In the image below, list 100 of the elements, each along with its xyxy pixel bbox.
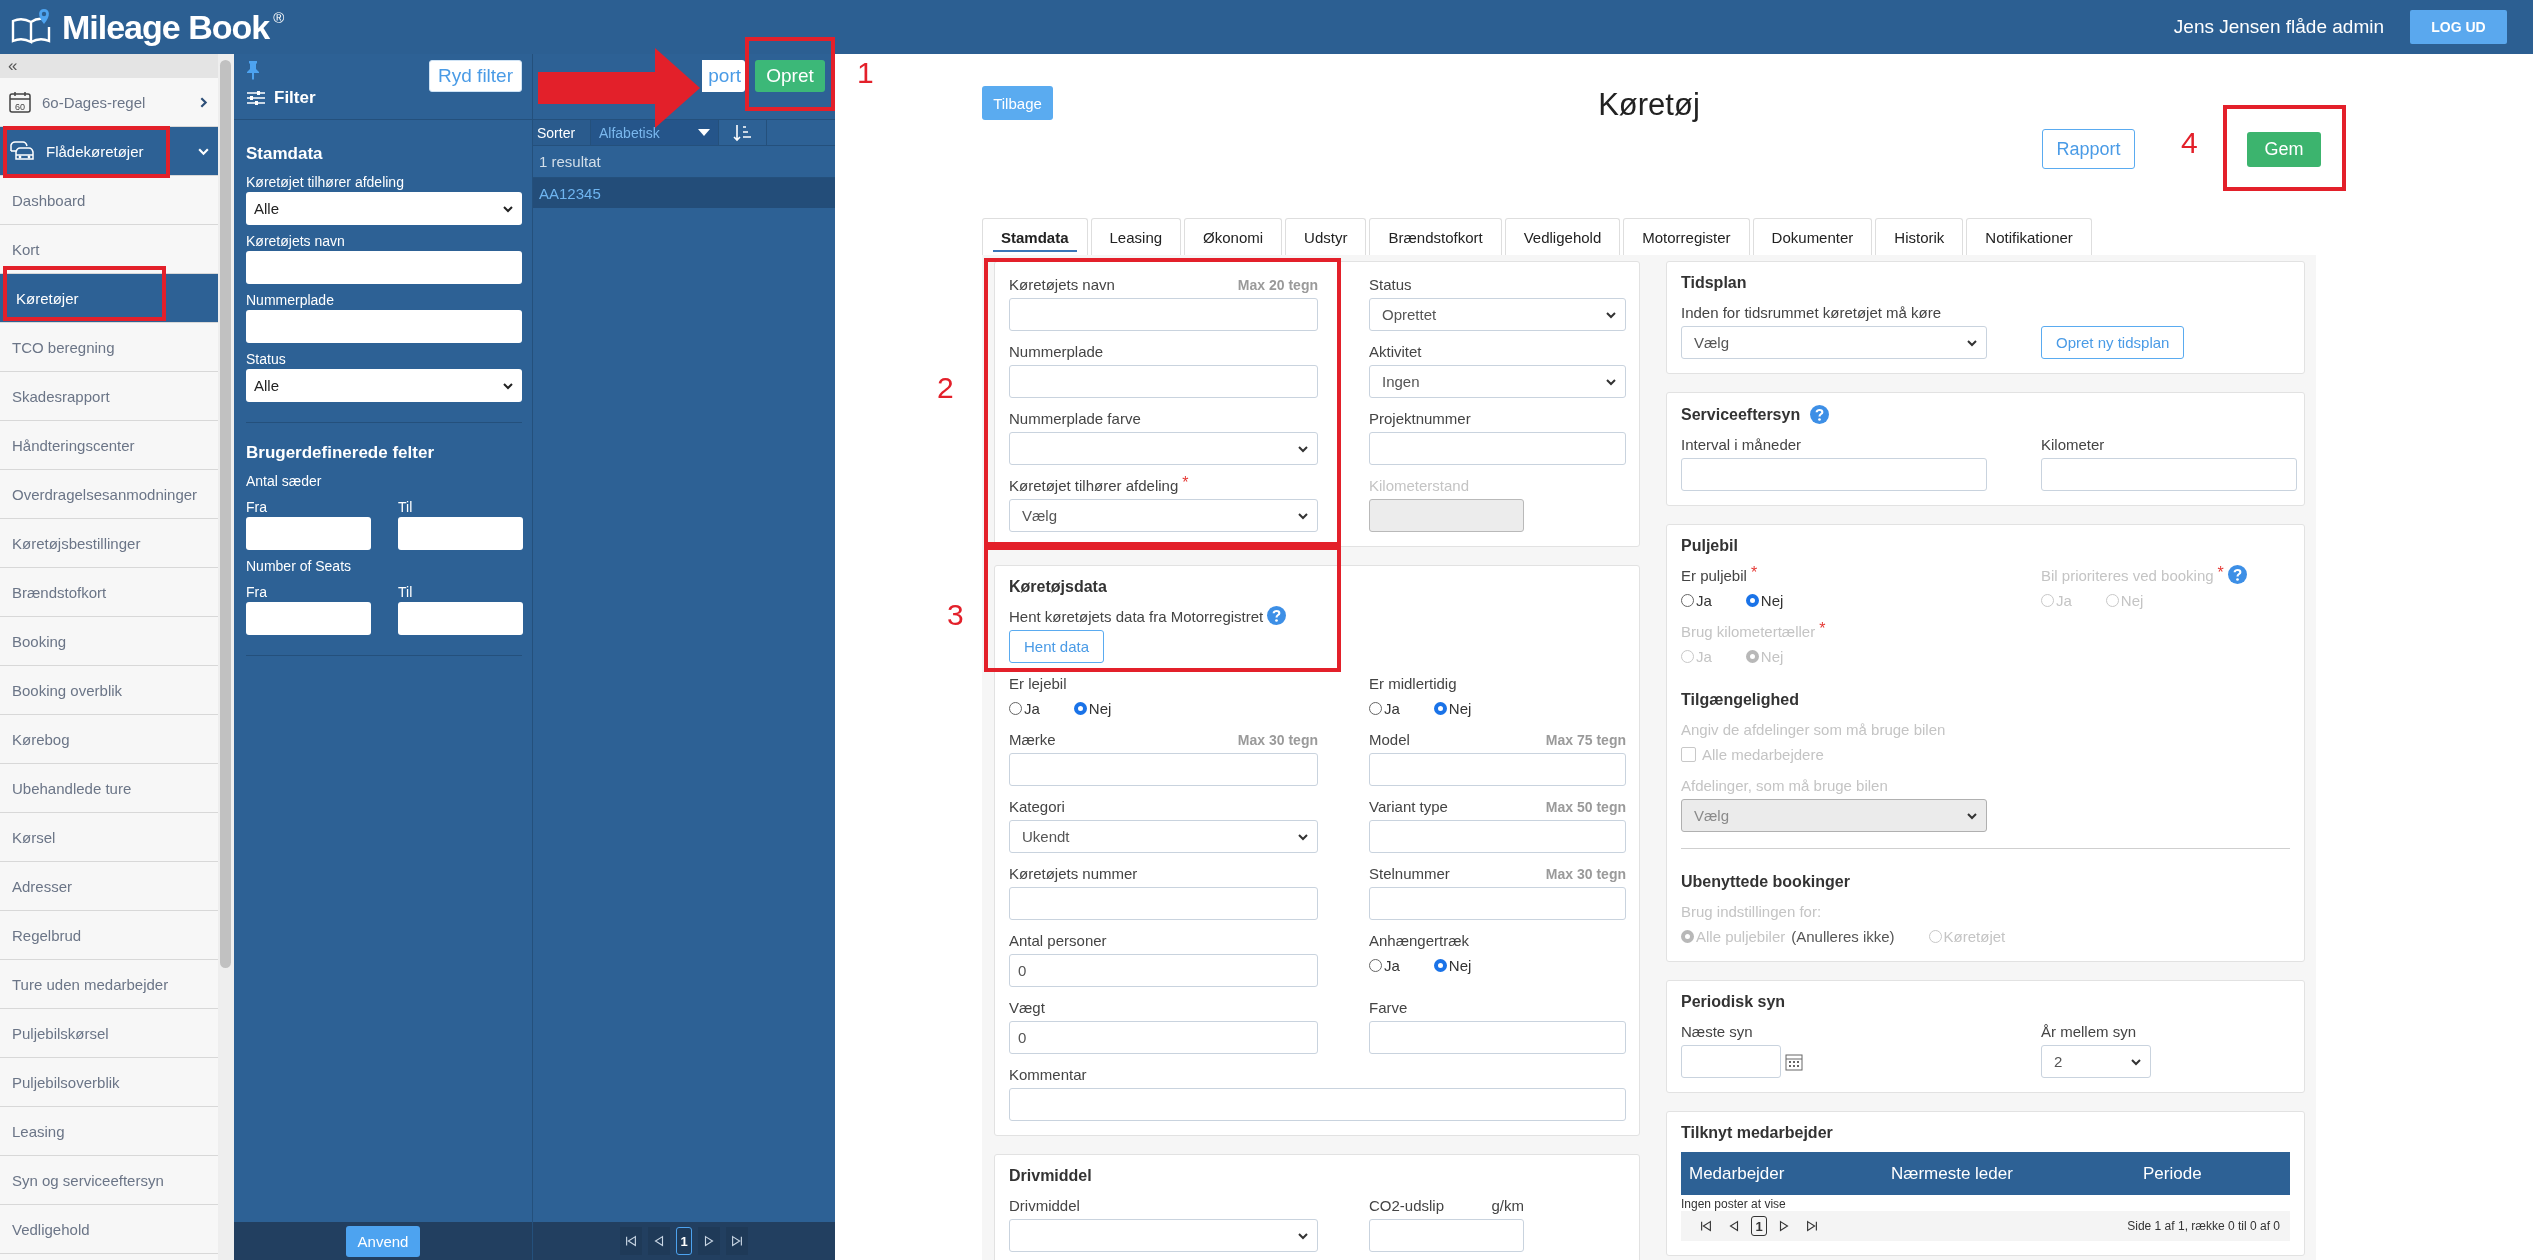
help-icon[interactable] bbox=[1810, 405, 1830, 424]
text-field[interactable]: 0 bbox=[1009, 954, 1318, 987]
text-field[interactable] bbox=[398, 602, 523, 635]
radio-button[interactable] bbox=[1369, 701, 1382, 715]
unit-label: g/km bbox=[1491, 1196, 1524, 1216]
radio-button[interactable] bbox=[1745, 593, 1759, 607]
field-label: Inden for tidsrummet køretøjet må køre bbox=[1681, 303, 1942, 323]
field-label: Køretøjet tilhører afdeling bbox=[246, 174, 405, 190]
tab[interactable]: Historik bbox=[1875, 218, 1964, 255]
text-field[interactable] bbox=[1009, 365, 1318, 398]
text-field[interactable] bbox=[2041, 458, 2297, 491]
step-number: 4 bbox=[2181, 128, 2198, 158]
field-label: Er puljebil bbox=[1681, 566, 1747, 586]
create-button[interactable]: Opret bbox=[755, 60, 825, 92]
text-field[interactable] bbox=[1369, 432, 1626, 465]
tab[interactable]: Brændstofkort bbox=[1369, 218, 1502, 255]
page-number[interactable]: 1 bbox=[676, 1227, 692, 1255]
radio-option[interactable]: Nej bbox=[1745, 591, 1784, 609]
tab[interactable]: Stamdata bbox=[982, 218, 1088, 255]
dropdown[interactable]: Oprettet bbox=[1369, 298, 1626, 331]
logout-button[interactable]: LOG UD bbox=[2410, 10, 2507, 44]
radio-button[interactable] bbox=[1073, 701, 1087, 715]
app-logo: Mileage Book bbox=[62, 10, 270, 44]
field-label: Køretøjets navn bbox=[246, 233, 346, 249]
nav-item[interactable]: Køretøjer bbox=[0, 274, 218, 323]
card-title: Serviceeftersyn bbox=[1681, 405, 1801, 424]
first-page-button[interactable] bbox=[620, 1227, 642, 1255]
radio-button[interactable] bbox=[1369, 958, 1382, 972]
dropdown[interactable]: Alle bbox=[246, 369, 522, 402]
text-field[interactable]: 0 bbox=[1009, 1021, 1318, 1054]
caret-down-icon bbox=[698, 128, 710, 137]
field-label: Farve bbox=[1369, 998, 1408, 1018]
save-button[interactable]: Gem bbox=[2247, 131, 2321, 167]
fetch-data-button[interactable]: Hent data bbox=[1009, 630, 1105, 663]
radio-option[interactable]: Nej bbox=[1433, 699, 1472, 717]
report-button[interactable]: port bbox=[702, 60, 745, 92]
clear-filter-button[interactable]: Ryd filter bbox=[429, 60, 522, 92]
prev-page-button[interactable] bbox=[648, 1227, 670, 1255]
dropdown[interactable]: Ukendt bbox=[1009, 820, 1318, 853]
date-field[interactable] bbox=[1681, 1045, 1781, 1078]
text-field[interactable] bbox=[246, 310, 522, 343]
result-row[interactable]: AA12345 bbox=[533, 178, 835, 208]
apply-button[interactable]: Anvend bbox=[345, 1225, 421, 1257]
create-schedule-button[interactable]: Opret ny tidsplan bbox=[2041, 326, 2185, 359]
text-field[interactable] bbox=[1369, 753, 1626, 786]
card-title: Drivmiddel bbox=[1009, 1167, 1092, 1185]
text-field[interactable] bbox=[1369, 1021, 1626, 1054]
text-field[interactable] bbox=[246, 602, 371, 635]
radio-option[interactable]: Ja bbox=[1369, 699, 1400, 717]
radio-button[interactable] bbox=[1009, 701, 1022, 715]
field-label: Bil prioriteres ved booking bbox=[2041, 566, 2214, 586]
tab[interactable]: Økonomi bbox=[1184, 218, 1283, 255]
text-field[interactable] bbox=[1009, 1088, 1626, 1121]
dropdown[interactable] bbox=[1009, 432, 1318, 465]
dropdown[interactable]: Ingen bbox=[1369, 365, 1626, 398]
tab[interactable]: Leasing bbox=[1090, 218, 1182, 255]
radio-button[interactable] bbox=[1681, 593, 1694, 607]
sort-dropdown[interactable]: Alfabetisk bbox=[591, 120, 719, 145]
text-field[interactable] bbox=[246, 251, 522, 284]
dropdown[interactable] bbox=[1009, 1219, 1318, 1252]
radio-option[interactable]: Ja bbox=[1681, 591, 1712, 609]
dropdown[interactable]: 2 bbox=[2041, 1045, 2151, 1078]
section-heading: Ubenyttede bookinger bbox=[1681, 873, 1851, 891]
last-page-button[interactable] bbox=[726, 1227, 748, 1255]
text-field[interactable] bbox=[398, 517, 523, 550]
radio-button[interactable] bbox=[1433, 701, 1447, 715]
tab[interactable]: Motorregister bbox=[1623, 218, 1750, 255]
dropdown[interactable]: Alle bbox=[246, 192, 522, 225]
calendar-icon[interactable] bbox=[1785, 1052, 1803, 1071]
scrollbar-thumb[interactable] bbox=[220, 60, 231, 968]
text-field[interactable] bbox=[1369, 1219, 1524, 1252]
text-field[interactable] bbox=[1009, 298, 1318, 331]
pin-icon[interactable] bbox=[246, 60, 260, 80]
next-page-button[interactable] bbox=[698, 1227, 720, 1255]
tab[interactable]: Dokumenter bbox=[1752, 218, 1873, 255]
tab[interactable]: Udstyr bbox=[1285, 218, 1367, 255]
dropdown[interactable]: Vælg bbox=[1009, 499, 1318, 532]
text-field[interactable] bbox=[1369, 887, 1626, 920]
back-button[interactable]: Tilbage bbox=[982, 86, 1053, 120]
tab[interactable]: Vedligehold bbox=[1504, 218, 1621, 255]
report-button[interactable]: Rapport bbox=[2042, 129, 2135, 169]
required-mark: * bbox=[1750, 565, 1758, 581]
radio-option[interactable]: Nej bbox=[1433, 956, 1472, 974]
text-field[interactable] bbox=[1009, 887, 1318, 920]
field-label: Mærke bbox=[1009, 730, 1056, 750]
text-field[interactable] bbox=[1369, 820, 1626, 853]
sliders-icon bbox=[246, 90, 266, 106]
radio-button[interactable] bbox=[1433, 958, 1447, 972]
field-label: Interval i måneder bbox=[1681, 435, 1802, 455]
radio-option[interactable]: Nej bbox=[1073, 699, 1112, 717]
dropdown[interactable]: Vælg bbox=[1681, 326, 1987, 359]
tab[interactable]: Notifikationer bbox=[1966, 218, 2092, 255]
text-field[interactable] bbox=[246, 517, 371, 550]
text-field[interactable] bbox=[1009, 753, 1318, 786]
text-field[interactable] bbox=[1681, 458, 1987, 491]
radio-option[interactable]: Ja bbox=[1369, 956, 1400, 974]
page-number[interactable]: 1 bbox=[1751, 1216, 1767, 1236]
collapse-button[interactable]: « bbox=[0, 54, 218, 78]
radio-option[interactable]: Ja bbox=[1009, 699, 1040, 717]
help-icon[interactable] bbox=[1267, 606, 1287, 625]
